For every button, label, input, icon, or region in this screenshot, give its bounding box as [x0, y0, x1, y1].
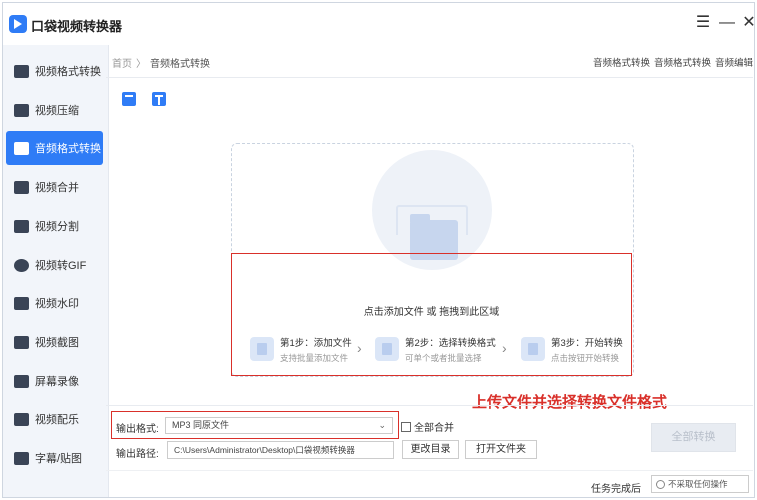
- video-convert-icon: [14, 64, 29, 78]
- sidebar-item-video-compress[interactable]: 视频压缩: [6, 93, 103, 127]
- step-title: 第3步：开始转换: [551, 337, 623, 349]
- after-task-select[interactable]: 不采取任何操作: [651, 475, 749, 493]
- format-step-icon: [375, 337, 399, 361]
- convert-all-button[interactable]: 全部转换: [651, 423, 736, 452]
- gif-icon: [14, 258, 29, 272]
- sidebar-item-label: 字幕/贴图: [35, 453, 83, 465]
- compress-icon: [14, 103, 29, 117]
- menu-icon[interactable]: ☰: [693, 13, 713, 33]
- drop-hint-text[interactable]: 点击添加文件 或 拖拽到此区域: [231, 303, 632, 318]
- step-desc: 支持批量添加文件: [280, 352, 349, 363]
- output-format-select[interactable]: MP3 同原文件 ⌄: [165, 417, 393, 434]
- header-divider: [106, 77, 753, 78]
- audio-convert-icon: [14, 141, 29, 155]
- top-link-audio-edit[interactable]: 音频编辑: [715, 55, 753, 69]
- app-title: 口袋视频转换器: [31, 19, 123, 34]
- add-folder-icon[interactable]: [152, 92, 166, 106]
- sidebar-item-label: 视频分割: [35, 221, 79, 233]
- breadcrumb-separator: 〉: [136, 59, 146, 70]
- open-folder-button[interactable]: 打开文件夹: [465, 440, 537, 459]
- output-format-value: MP3 同原文件: [172, 420, 230, 430]
- output-path-label: 输出路径:: [116, 449, 159, 460]
- watermark-icon: [14, 296, 29, 310]
- convert-step-icon: [521, 337, 545, 361]
- music-icon: [14, 412, 29, 426]
- after-task-label: 任务完成后: [591, 484, 641, 495]
- sidebar-item-video-split[interactable]: 视频分割: [6, 209, 103, 243]
- annotation-text: 上传文件并选择转换文件格式: [472, 393, 668, 411]
- chevron-right-icon: ›: [502, 340, 507, 356]
- after-task-value: 不采取任何操作: [668, 479, 728, 489]
- status-divider: [106, 470, 753, 471]
- step-2: 第2步：选择转换格式 可单个或者批量选择: [375, 335, 496, 363]
- minimize-icon[interactable]: —: [717, 13, 737, 33]
- sidebar-item-label: 视频格式转换: [35, 66, 101, 78]
- breadcrumb: 首页 〉 音频格式转换: [112, 55, 210, 70]
- sidebar-item-subtitle-sticker[interactable]: 字幕/贴图: [6, 441, 103, 475]
- step-title: 第2步：选择转换格式: [405, 337, 496, 349]
- top-links: 音频格式转换 音频格式转换 音频编辑: [593, 55, 753, 69]
- sidebar-item-label: 音频格式转换: [35, 143, 101, 155]
- output-format-label: 输出格式:: [116, 424, 159, 435]
- step-desc: 可单个或者批量选择: [405, 352, 482, 363]
- subtitle-icon: [14, 451, 29, 465]
- add-file-icon[interactable]: [122, 92, 136, 106]
- sidebar-item-video-screenshot[interactable]: 视频截图: [6, 325, 103, 359]
- checkbox-icon[interactable]: [401, 421, 411, 432]
- merge-all-label: 全部合并: [414, 423, 454, 434]
- sidebar-item-label: 屏幕录像: [35, 376, 79, 388]
- output-path-input[interactable]: C:\Users\Administrator\Desktop\口袋视频转换器: [167, 441, 394, 459]
- screenshot-icon: [14, 335, 29, 349]
- sidebar-item-video-watermark[interactable]: 视频水印: [6, 286, 103, 320]
- breadcrumb-current: 音频格式转换: [150, 59, 210, 70]
- sidebar-item-label: 视频截图: [35, 337, 79, 349]
- screen-record-icon: [14, 374, 29, 388]
- step-3: 第3步：开始转换 点击按钮开始转换: [521, 335, 623, 363]
- chevron-right-icon: ›: [357, 340, 362, 356]
- chevron-down-icon: ⌄: [378, 420, 386, 430]
- bottom-divider: [106, 405, 753, 406]
- app-logo-icon: [9, 15, 27, 33]
- merge-all-checkbox[interactable]: 全部合并: [401, 419, 454, 434]
- change-directory-button[interactable]: 更改目录: [402, 440, 459, 459]
- sidebar-item-label: 视频合并: [35, 182, 79, 194]
- top-link-audio-convert[interactable]: 音频格式转换: [593, 55, 650, 69]
- sidebar-item-video-music[interactable]: 视频配乐: [6, 402, 103, 436]
- top-link-audio-convert-2[interactable]: 音频格式转换: [654, 55, 711, 69]
- sidebar-item-audio-format-convert[interactable]: 音频格式转换: [6, 131, 103, 165]
- sidebar-item-label: 视频转GIF: [35, 260, 87, 272]
- sidebar-item-label: 视频压缩: [35, 105, 79, 117]
- breadcrumb-home[interactable]: 首页: [112, 55, 132, 70]
- step-desc: 点击按钮开始转换: [551, 352, 620, 363]
- step-1: 第1步：添加文件 支持批量添加文件: [250, 335, 352, 363]
- close-icon[interactable]: ✕: [739, 13, 754, 33]
- title-bar: 口袋视频转换器 ☰ — ✕: [3, 3, 754, 45]
- step-title: 第1步：添加文件: [280, 337, 352, 349]
- sidebar-item-label: 视频水印: [35, 298, 79, 310]
- split-icon: [14, 219, 29, 233]
- sidebar-item-label: 视频配乐: [35, 414, 79, 426]
- sidebar-item-screen-record[interactable]: 屏幕录像: [6, 364, 103, 398]
- sidebar-item-video-to-gif[interactable]: 视频转GIF: [6, 248, 103, 282]
- sidebar-item-video-merge[interactable]: 视频合并: [6, 170, 103, 204]
- merge-icon: [14, 180, 29, 194]
- sidebar-item-video-format-convert[interactable]: 视频格式转换: [6, 54, 103, 88]
- add-file-step-icon: [250, 337, 274, 361]
- sidebar: 视频格式转换 视频压缩 音频格式转换 视频合并 视频分割 视频转GIF 视频水印: [3, 45, 109, 497]
- no-action-icon: [656, 479, 665, 489]
